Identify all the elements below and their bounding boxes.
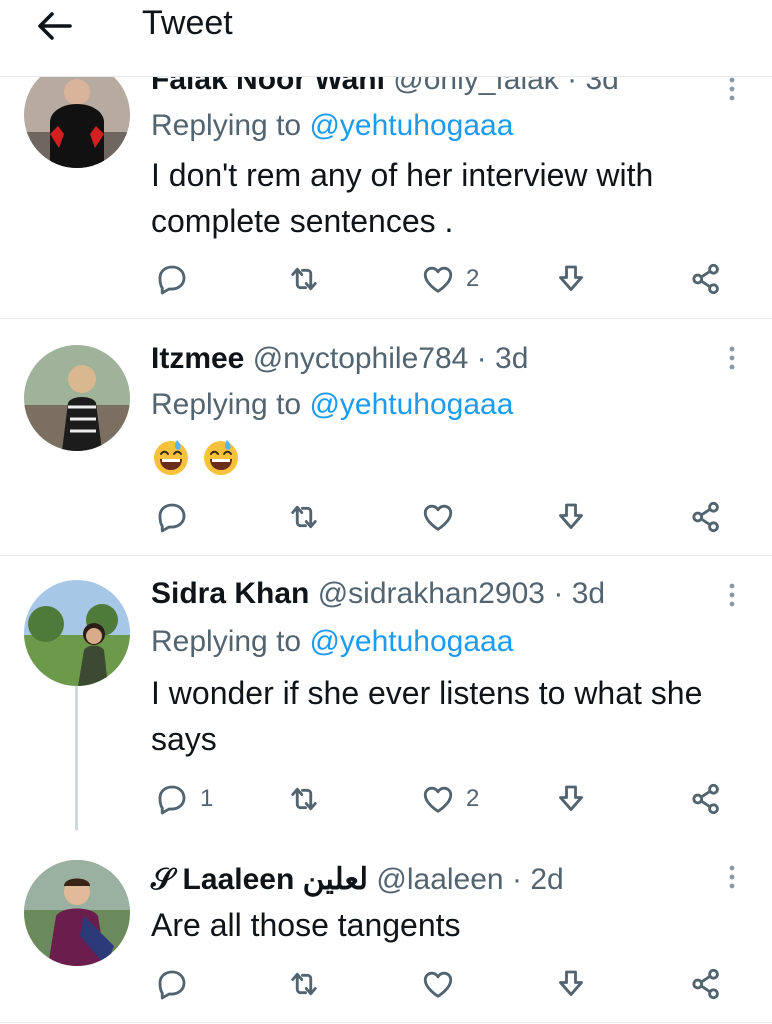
- tweet-item[interactable]: Itzmee @nyctophile784 · 3d Replying to @…: [0, 319, 772, 556]
- separator: ·: [476, 342, 487, 375]
- reply-button[interactable]: [154, 259, 200, 299]
- replying-to: Replying to @yehtuhogaaa: [151, 387, 513, 423]
- like-icon: [420, 499, 456, 535]
- tweet-time: 3d: [571, 577, 606, 610]
- share-icon: [688, 499, 724, 535]
- reply-button[interactable]: [154, 497, 200, 537]
- tweet-item[interactable]: Sidra Khan @sidrakhan2903 · 3d Replying …: [0, 556, 772, 846]
- more-icon[interactable]: [726, 76, 738, 102]
- replying-prefix: Replying to: [151, 388, 302, 421]
- separator: ·: [553, 577, 564, 610]
- replying-to: Replying to @yehtuhogaaa: [151, 108, 513, 144]
- tweet-actions: 1 2: [0, 779, 772, 819]
- like-icon: [420, 781, 456, 817]
- retweet-icon: [286, 781, 322, 817]
- tweet-item[interactable]: Falak Noor Wani @only_falak · 3d Replyin…: [0, 56, 772, 319]
- separator: ·: [511, 863, 522, 896]
- top-bar: Tweet: [0, 0, 772, 77]
- reply-button[interactable]: 1: [154, 779, 213, 819]
- reply-count: 1: [200, 785, 214, 812]
- share-icon: [688, 781, 724, 817]
- download-button[interactable]: [553, 497, 589, 537]
- download-icon: [553, 499, 589, 535]
- mention-link[interactable]: @yehtuhogaaa: [309, 388, 513, 421]
- like-button[interactable]: [420, 964, 466, 1004]
- tweet-time: 3d: [495, 342, 529, 375]
- tweet-author: Itzmee @nyctophile784 · 3d: [151, 341, 528, 377]
- retweet-icon: [286, 261, 322, 297]
- retweet-icon: [286, 966, 322, 1002]
- download-icon: [553, 261, 589, 297]
- like-icon: [420, 966, 456, 1002]
- mention-link[interactable]: @yehtuhogaaa: [309, 109, 513, 142]
- like-icon: [420, 261, 456, 297]
- reply-icon: [154, 781, 190, 817]
- replying-prefix: Replying to: [151, 625, 302, 658]
- author-handle[interactable]: @laaleen: [376, 863, 503, 896]
- download-button[interactable]: [553, 964, 589, 1004]
- tweet-actions: [0, 964, 772, 1004]
- tweet-actions: 2: [0, 259, 772, 299]
- like-button[interactable]: 2: [420, 779, 479, 819]
- retweet-button[interactable]: [286, 779, 322, 819]
- reply-icon: [154, 261, 190, 297]
- share-icon: [688, 261, 724, 297]
- tweet-text: I don't rem any of her interview with co…: [151, 157, 654, 239]
- mention-link[interactable]: @yehtuhogaaa: [309, 625, 513, 658]
- grinning-face-with-sweat-icon: [151, 437, 191, 477]
- retweet-icon: [286, 499, 322, 535]
- retweet-button[interactable]: [286, 497, 322, 537]
- like-count: 2: [466, 265, 480, 292]
- reply-icon: [154, 966, 190, 1002]
- more-icon[interactable]: [726, 345, 738, 371]
- tweet-time: 2d: [530, 863, 564, 896]
- like-button[interactable]: [420, 497, 466, 537]
- author-name[interactable]: Sidra Khan: [151, 577, 309, 610]
- avatar[interactable]: [24, 62, 130, 168]
- replying-prefix: Replying to: [151, 109, 302, 142]
- reply-icon: [154, 499, 190, 535]
- replying-to: Replying to @yehtuhogaaa: [151, 624, 513, 660]
- author-handle[interactable]: @sidrakhan2903: [318, 577, 545, 610]
- avatar[interactable]: [24, 580, 130, 686]
- download-icon: [553, 781, 589, 817]
- tweet-text: Are all those tangents: [151, 907, 461, 943]
- tweet-item[interactable]: 𝒮 Laaleen لعلین @laaleen · 2d Are all th…: [0, 846, 772, 1023]
- share-button[interactable]: [688, 497, 724, 537]
- share-button[interactable]: [688, 964, 724, 1004]
- avatar[interactable]: [24, 860, 130, 966]
- back-button[interactable]: [30, 4, 78, 48]
- download-button[interactable]: [553, 779, 589, 819]
- grinning-face-with-sweat-icon: [201, 437, 241, 477]
- reply-button[interactable]: [154, 964, 200, 1004]
- share-button[interactable]: [688, 779, 724, 819]
- author-name[interactable]: 𝒮 Laaleen لعلین: [151, 863, 368, 896]
- more-icon[interactable]: [726, 864, 738, 890]
- tweet-text: I wonder if she ever listens to what she…: [151, 675, 703, 757]
- share-button[interactable]: [688, 259, 724, 299]
- retweet-button[interactable]: [286, 259, 322, 299]
- retweet-button[interactable]: [286, 964, 322, 1004]
- tweet-actions: [0, 497, 772, 537]
- like-count: 2: [466, 785, 480, 812]
- thread-line: [75, 686, 78, 830]
- share-icon: [688, 966, 724, 1002]
- tweet-author: Sidra Khan @sidrakhan2903 · 3d: [151, 576, 605, 612]
- author-name[interactable]: Itzmee: [151, 342, 244, 375]
- tweet-author: 𝒮 Laaleen لعلین @laaleen · 2d: [151, 862, 564, 898]
- download-icon: [553, 966, 589, 1002]
- tweet-emojis: [151, 437, 751, 489]
- avatar[interactable]: [24, 345, 130, 451]
- like-button[interactable]: 2: [420, 259, 479, 299]
- author-handle[interactable]: @nyctophile784: [253, 342, 469, 375]
- download-button[interactable]: [553, 259, 589, 299]
- back-arrow-icon: [38, 12, 72, 40]
- page-title: Tweet: [142, 4, 233, 42]
- more-icon[interactable]: [726, 582, 738, 608]
